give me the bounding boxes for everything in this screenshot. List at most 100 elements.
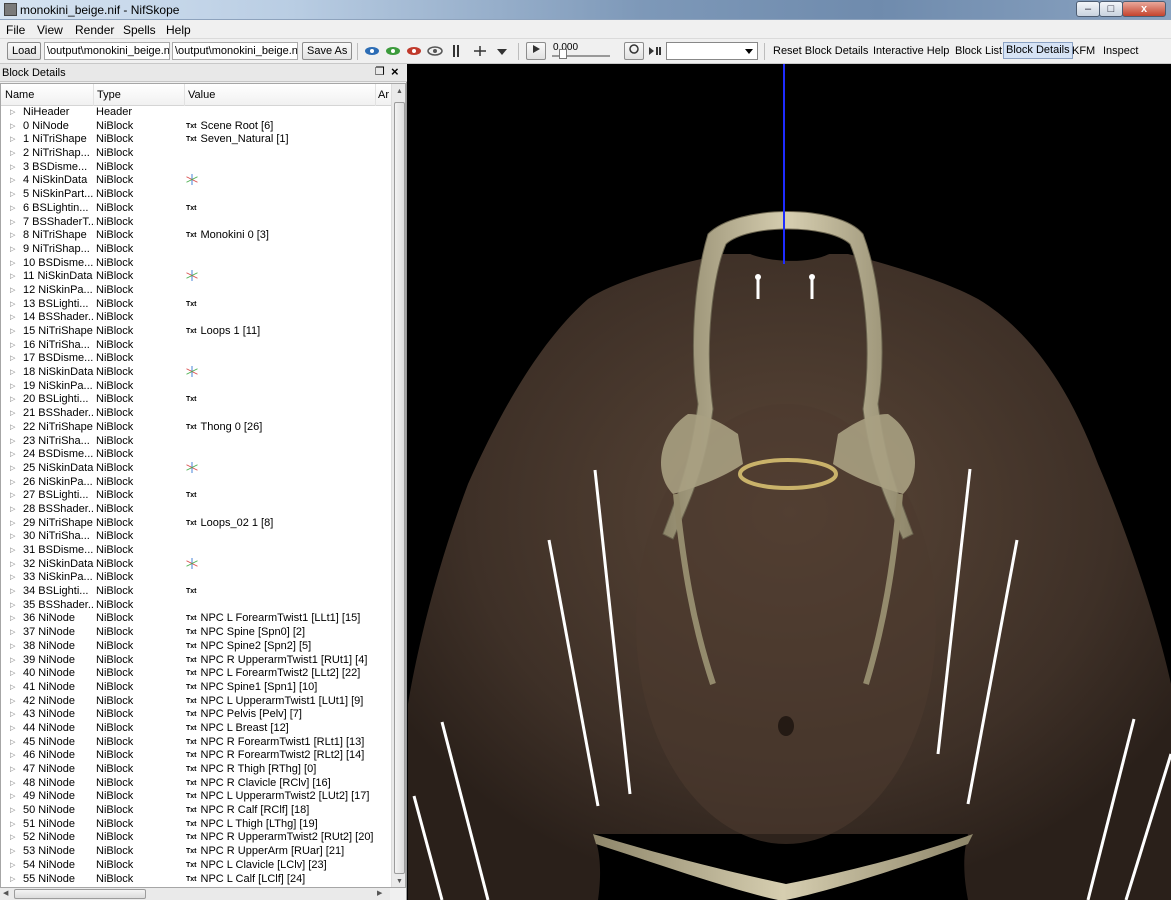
tree-row[interactable]: ▷ 25 NiSkinData NiBlock — [1, 461, 391, 476]
expand-arrow-icon[interactable]: ▷ — [10, 229, 15, 243]
tree-row[interactable]: ▷ 11 NiSkinData NiBlock — [1, 270, 391, 284]
dock-float-icon[interactable]: ❐ — [375, 66, 387, 78]
tree-row[interactable]: ▷ 38 NiNode NiBlock Txt NPC Spine2 [Spn2] [5… — [1, 640, 391, 654]
expand-arrow-icon[interactable]: ▷ — [10, 612, 15, 626]
expand-arrow-icon[interactable]: ▷ — [10, 749, 15, 763]
tree-row[interactable]: ▷ 43 NiNode NiBlock Txt NPC Pelvis [Pelv] [7… — [1, 708, 391, 722]
tree-row[interactable]: ▷ 22 NiTriShape NiBlock Txt Thong 0 [26] — [1, 421, 391, 435]
tree-row[interactable]: ▷ 3 BSDisme... NiBlock — [1, 161, 391, 175]
save-path-field[interactable]: \output\monokini_beige.nif — [172, 42, 298, 60]
tree-row[interactable]: ▷ 7 BSShaderT... NiBlock — [1, 216, 391, 230]
tree-row[interactable]: ▷ 49 NiNode NiBlock Txt NPC L UpperarmTwist2… — [1, 790, 391, 804]
column-header-value[interactable]: Value — [188, 89, 215, 101]
expand-arrow-icon[interactable]: ▷ — [10, 722, 15, 736]
switch-icon[interactable] — [647, 44, 663, 58]
column-divider[interactable] — [375, 84, 376, 106]
scroll-right-icon[interactable]: ▶ — [377, 888, 382, 900]
expand-arrow-icon[interactable]: ▷ — [10, 517, 15, 531]
tree-row[interactable]: ▷ 19 NiSkinPa... NiBlock — [1, 380, 391, 394]
scroll-up-icon[interactable]: ▲ — [392, 84, 405, 99]
tree-row[interactable]: ▷ 26 NiSkinPa... NiBlock — [1, 476, 391, 490]
tree-row[interactable]: ▷ 30 NiTriSha... NiBlock — [1, 530, 391, 544]
expand-arrow-icon[interactable]: ▷ — [10, 161, 15, 175]
expand-arrow-icon[interactable]: ▷ — [10, 804, 15, 818]
expand-arrow-icon[interactable]: ▷ — [10, 270, 15, 284]
tree-row[interactable]: ▷ 29 NiTriShape NiBlock Txt Loops_02 1 [8] — [1, 517, 391, 531]
tree-row[interactable]: ▷ 12 NiSkinPa... NiBlock — [1, 284, 391, 298]
eye-gray-icon[interactable] — [427, 44, 443, 58]
expand-arrow-icon[interactable]: ▷ — [10, 503, 15, 517]
expand-arrow-icon[interactable]: ▷ — [10, 640, 15, 654]
expand-arrow-icon[interactable]: ▷ — [10, 202, 15, 216]
expand-arrow-icon[interactable]: ▷ — [10, 845, 15, 859]
menu-file[interactable]: File — [6, 23, 25, 37]
tree-row[interactable]: ▷ 13 BSLighti... NiBlock Txt — [1, 298, 391, 312]
expand-arrow-icon[interactable]: ▷ — [10, 558, 15, 572]
tree-row[interactable]: ▷ 1 NiTriShape NiBlock Txt Seven_Natural [1] — [1, 133, 391, 147]
eye-red-icon[interactable] — [406, 44, 422, 58]
reset-block-details-button[interactable]: Reset Block Details — [773, 45, 868, 57]
tree-row[interactable]: ▷ 55 NiNode NiBlock Txt NPC L Calf [LClf] [2… — [1, 873, 391, 887]
expand-arrow-icon[interactable]: ▷ — [10, 777, 15, 791]
tree-row[interactable]: ▷ 51 NiNode NiBlock Txt NPC L Thigh [LThg] [… — [1, 818, 391, 832]
animation-select[interactable] — [666, 42, 758, 60]
horizontal-scroll-thumb[interactable] — [14, 889, 146, 899]
menu-spells[interactable]: Spells — [123, 23, 156, 37]
tree-row[interactable]: ▷ 44 NiNode NiBlock Txt NPC L Breast [12] — [1, 722, 391, 736]
walk-icon[interactable] — [448, 44, 464, 58]
expand-arrow-icon[interactable]: ▷ — [10, 681, 15, 695]
load-path-field[interactable]: \output\monokini_beige.nif — [44, 42, 170, 60]
expand-arrow-icon[interactable]: ▷ — [10, 120, 15, 134]
vertical-scrollbar[interactable]: ▲ ▼ — [391, 84, 405, 887]
tree-row[interactable]: ▷ 10 BSDisme... NiBlock — [1, 257, 391, 271]
tree-row[interactable]: ▷ 5 NiSkinPart... NiBlock — [1, 188, 391, 202]
expand-arrow-icon[interactable]: ▷ — [10, 873, 15, 887]
tree-row[interactable]: ▷ 0 NiNode NiBlock Txt Scene Root [6] — [1, 120, 391, 134]
expand-arrow-icon[interactable]: ▷ — [10, 311, 15, 325]
expand-arrow-icon[interactable]: ▷ — [10, 585, 15, 599]
expand-arrow-icon[interactable]: ▷ — [10, 831, 15, 845]
tree-row[interactable]: ▷ 37 NiNode NiBlock Txt NPC Spine [Spn0] [2] — [1, 626, 391, 640]
tree-row[interactable]: ▷ 46 NiNode NiBlock Txt NPC R ForearmTwist2 … — [1, 749, 391, 763]
tree-row[interactable]: ▷ 2 NiTriShap... NiBlock — [1, 147, 391, 161]
block-tree[interactable]: Name Type Value Ar ▷ NiHeader Header ▷ 0 NiN… — [0, 83, 406, 888]
tree-row[interactable]: ▷ 17 BSDisme... NiBlock — [1, 352, 391, 366]
tree-row[interactable]: ▷ 39 NiNode NiBlock Txt NPC R UpperarmTwist1… — [1, 654, 391, 668]
column-divider[interactable] — [184, 84, 185, 106]
expand-arrow-icon[interactable]: ▷ — [10, 174, 15, 188]
tree-row[interactable]: ▷ 14 BSShader... NiBlock — [1, 311, 391, 325]
horizontal-scrollbar[interactable]: ◀ ▶ — [0, 888, 390, 900]
expand-arrow-icon[interactable]: ▷ — [10, 147, 15, 161]
expand-arrow-icon[interactable]: ▷ — [10, 133, 15, 147]
tree-row[interactable]: ▷ 33 NiSkinPa... NiBlock — [1, 571, 391, 585]
tree-row[interactable]: ▷ 48 NiNode NiBlock Txt NPC R Clavicle [RClv… — [1, 777, 391, 791]
scroll-left-icon[interactable]: ◀ — [3, 888, 8, 900]
eye-blue-icon[interactable] — [364, 44, 380, 58]
expand-arrow-icon[interactable]: ▷ — [10, 325, 15, 339]
tree-row[interactable]: ▷ 53 NiNode NiBlock Txt NPC R UpperArm [RUar… — [1, 845, 391, 859]
expand-arrow-icon[interactable]: ▷ — [10, 708, 15, 722]
tree-row[interactable]: ▷ 52 NiNode NiBlock Txt NPC R UpperarmTwist2… — [1, 831, 391, 845]
time-slider-handle[interactable] — [559, 49, 567, 59]
tree-row[interactable]: ▷ 27 BSLighti... NiBlock Txt — [1, 489, 391, 503]
column-divider[interactable] — [93, 84, 94, 106]
expand-arrow-icon[interactable]: ▷ — [10, 818, 15, 832]
expand-arrow-icon[interactable]: ▷ — [10, 435, 15, 449]
kfm-button[interactable]: KFM — [1072, 45, 1095, 57]
menu-help[interactable]: Help — [166, 23, 191, 37]
save-as-button[interactable]: Save As — [302, 42, 353, 60]
tree-row[interactable]: ▷ 23 NiTriSha... NiBlock — [1, 435, 391, 449]
tree-row[interactable]: ▷ NiHeader Header — [1, 106, 391, 120]
block-details-button[interactable]: Block Details — [1003, 42, 1073, 59]
move-icon[interactable] — [472, 44, 488, 58]
menu-render[interactable]: Render — [75, 23, 114, 37]
expand-arrow-icon[interactable]: ▷ — [10, 530, 15, 544]
expand-arrow-icon[interactable]: ▷ — [10, 188, 15, 202]
expand-arrow-icon[interactable]: ▷ — [10, 393, 15, 407]
model-render[interactable] — [408, 64, 1171, 900]
expand-arrow-icon[interactable]: ▷ — [10, 298, 15, 312]
expand-arrow-icon[interactable]: ▷ — [10, 462, 15, 476]
expand-arrow-icon[interactable]: ▷ — [10, 216, 15, 230]
tree-row[interactable]: ▷ 28 BSShader... NiBlock — [1, 503, 391, 517]
expand-arrow-icon[interactable]: ▷ — [10, 106, 15, 120]
